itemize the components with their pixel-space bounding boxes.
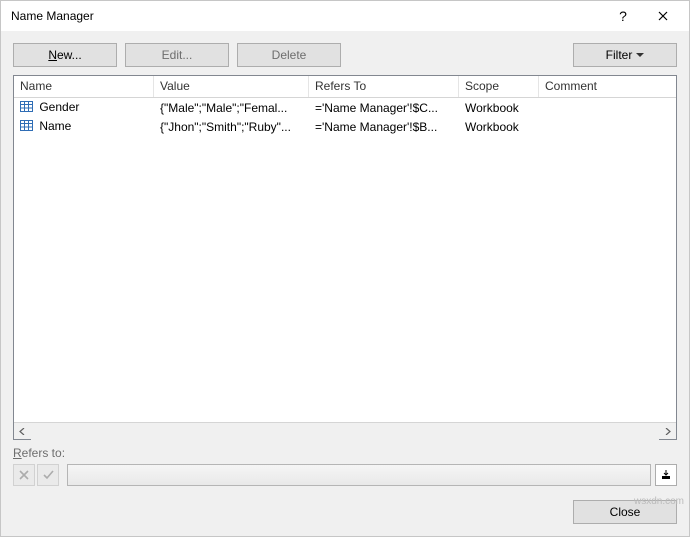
scroll-track[interactable] (31, 423, 659, 440)
rows-container: Gender {"Male";"Male";"Femal... ='Name M… (14, 98, 676, 422)
bottom-bar: Close (1, 490, 689, 536)
filter-button-label: Filter (606, 48, 633, 62)
cell-name: Gender (14, 100, 154, 115)
scroll-right-arrow[interactable] (659, 423, 676, 440)
cell-scope: Workbook (459, 120, 539, 134)
scroll-left-arrow[interactable] (14, 423, 31, 440)
new-button[interactable]: New... (13, 43, 117, 67)
delete-button[interactable]: Delete (237, 43, 341, 67)
new-button-accel: N (48, 48, 57, 62)
col-value[interactable]: Value (154, 76, 309, 97)
cell-name: Name (14, 119, 154, 134)
col-comment[interactable]: Comment (539, 76, 676, 97)
names-list: Name Value Refers To Scope Comment Gende… (13, 75, 677, 440)
table-row[interactable]: Gender {"Male";"Male";"Femal... ='Name M… (14, 98, 676, 117)
toolbar: New... Edit... Delete Filter (1, 31, 689, 75)
cell-refers: ='Name Manager'!$B... (309, 120, 459, 134)
col-name[interactable]: Name (14, 76, 154, 97)
refers-to-input[interactable] (67, 464, 651, 486)
check-icon (43, 470, 54, 480)
cell-refers: ='Name Manager'!$C... (309, 101, 459, 115)
cell-value: {"Jhon";"Smith";"Ruby"... (154, 120, 309, 134)
collapse-dialog-button[interactable] (655, 464, 677, 486)
close-button-label: Close (610, 505, 641, 519)
new-button-rest: ew... (57, 48, 82, 62)
filter-button[interactable]: Filter (573, 43, 677, 67)
name-manager-dialog: Name Manager ? New... Edit... Delete Fil… (0, 0, 690, 537)
collapse-icon (661, 470, 671, 480)
col-scope[interactable]: Scope (459, 76, 539, 97)
named-range-icon (20, 101, 33, 115)
x-icon (19, 470, 29, 480)
delete-button-label: Delete (272, 48, 307, 62)
cell-value: {"Male";"Male";"Femal... (154, 101, 309, 115)
col-refers[interactable]: Refers To (309, 76, 459, 97)
chevron-down-icon (636, 53, 644, 57)
dialog-title: Name Manager (11, 9, 603, 23)
help-button[interactable]: ? (603, 8, 643, 24)
table-row[interactable]: Name {"Jhon";"Smith";"Ruby"... ='Name Ma… (14, 117, 676, 136)
refers-to-section: Refers to: (1, 440, 689, 490)
commit-edit-button[interactable] (37, 464, 59, 486)
horizontal-scrollbar[interactable] (14, 422, 676, 439)
cancel-edit-button[interactable] (13, 464, 35, 486)
watermark: wsxdn.com (634, 496, 684, 507)
edit-button[interactable]: Edit... (125, 43, 229, 67)
close-icon (658, 11, 668, 21)
refers-to-label: Refers to: (13, 446, 677, 460)
edit-button-label: Edit... (162, 48, 193, 62)
title-bar: Name Manager ? (1, 1, 689, 31)
cell-scope: Workbook (459, 101, 539, 115)
column-headers: Name Value Refers To Scope Comment (14, 76, 676, 98)
named-range-icon (20, 120, 33, 134)
close-x-button[interactable] (643, 9, 683, 24)
